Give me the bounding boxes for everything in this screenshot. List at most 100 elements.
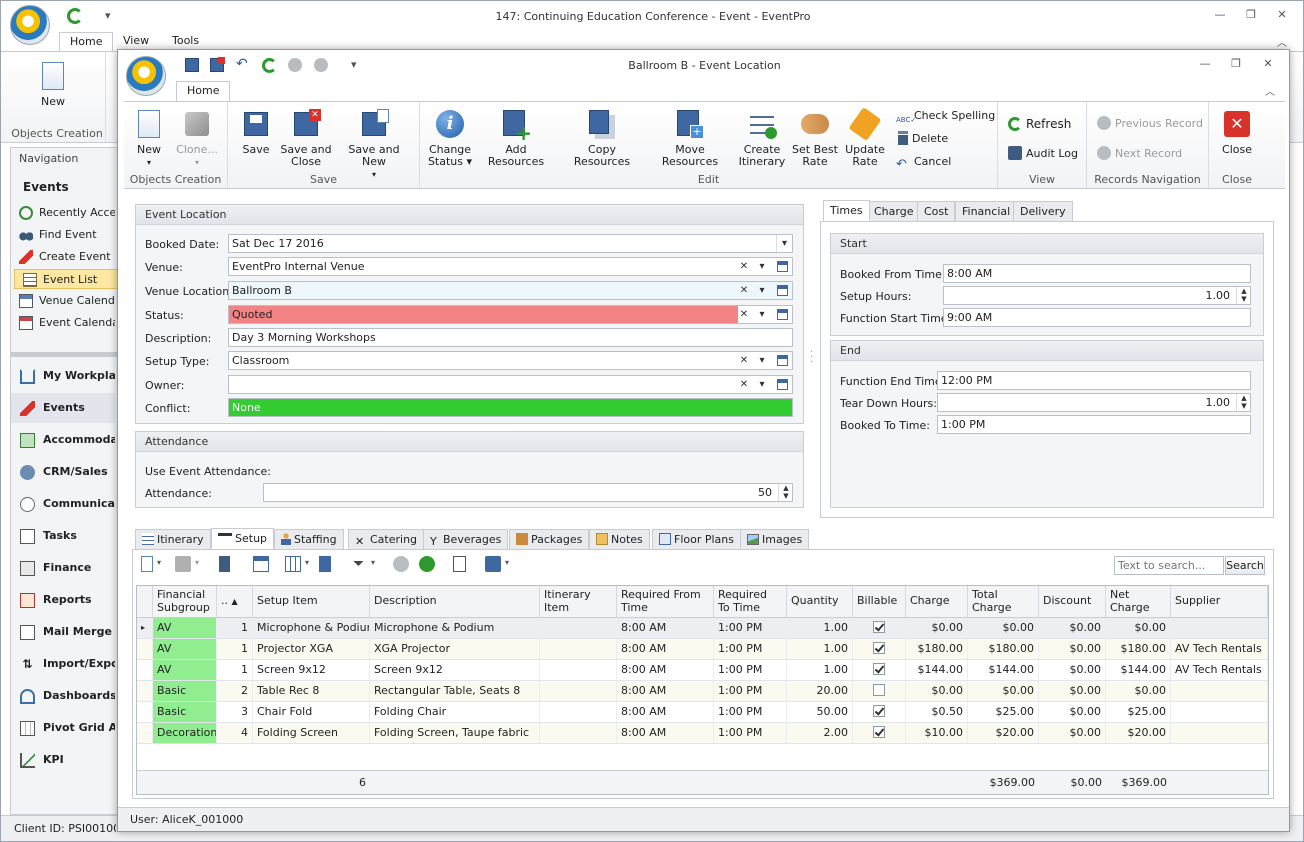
discount-cell[interactable]: $0.00	[1039, 639, 1106, 659]
nav-venue-calendar[interactable]: Venue Calendar	[11, 291, 115, 311]
refresh-button[interactable]: Refresh	[1008, 116, 1071, 134]
nav-create-event[interactable]: Create Event	[11, 247, 115, 267]
attendance-spin-icon[interactable]: ▲ ▼	[779, 484, 792, 501]
supplier-cell[interactable]	[1171, 702, 1268, 722]
supplier-cell[interactable]: AV Tech Rentals	[1171, 639, 1268, 659]
nav-mail-merge[interactable]: Mail Merge	[11, 617, 115, 647]
row-indicator[interactable]	[137, 681, 153, 701]
subgroup-cell[interactable]: Basic	[153, 681, 217, 701]
net-cell[interactable]: $25.00	[1106, 702, 1171, 722]
booked-date-dropdown-icon[interactable]: ▾	[776, 235, 792, 252]
venue-location-dropdown-icon[interactable]: ▾	[754, 282, 770, 299]
to-cell[interactable]: 1:00 PM	[714, 681, 787, 701]
set-best-rate-button[interactable]: Set Best Rate	[790, 108, 840, 168]
filter-icon[interactable]: ⏷	[353, 556, 369, 572]
num-cell[interactable]: 1	[217, 639, 253, 659]
supplier-cell[interactable]	[1171, 681, 1268, 701]
nav-kpi[interactable]: KPI	[11, 745, 115, 775]
nav-reports[interactable]: Reports	[11, 585, 115, 615]
billable-cell[interactable]	[853, 618, 906, 638]
venue-location-lookup-icon[interactable]	[774, 282, 790, 299]
nav-events[interactable]: Events	[11, 393, 115, 423]
collapse-ribbon-icon[interactable]: ︿	[1277, 34, 1287, 49]
table-row[interactable]: ▸ AV 1 Microphone & Podium Microphone & Podi…	[137, 618, 1268, 639]
qty-cell[interactable]: 1.00	[787, 618, 853, 638]
discount-cell[interactable]: $0.00	[1039, 723, 1106, 743]
tab-financial[interactable]: Financial	[955, 201, 1018, 222]
net-cell[interactable]: $0.00	[1106, 618, 1171, 638]
num-cell[interactable]: 2	[217, 681, 253, 701]
setup-type-dropdown-icon[interactable]: ▾	[754, 352, 770, 369]
teardown-hours-spin-icon[interactable]: ▲ ▼	[1237, 394, 1250, 411]
item-cell[interactable]: Projector XGA	[253, 639, 370, 659]
grid-up-icon[interactable]	[393, 556, 409, 572]
subgroup-cell[interactable]: AV	[153, 639, 217, 659]
desc-cell[interactable]: Folding Screen, Taupe fabric	[370, 723, 540, 743]
num-cell[interactable]: 1	[217, 618, 253, 638]
col-supplier[interactable]: Supplier	[1171, 586, 1268, 618]
nav-dashboards[interactable]: Dashboards	[11, 681, 115, 711]
close-icon[interactable]: ✕	[1275, 9, 1289, 21]
row-indicator[interactable]	[137, 723, 153, 743]
from-cell[interactable]: 8:00 AM	[617, 639, 714, 659]
child-tab-home[interactable]: Home	[176, 81, 231, 101]
item-cell[interactable]: Table Rec 8	[253, 681, 370, 701]
booked-from-field[interactable]: 8:00 AM	[943, 264, 1251, 283]
subgroup-cell[interactable]: AV	[153, 660, 217, 680]
col-number[interactable]: .. ▲	[217, 586, 253, 618]
billable-checkbox[interactable]	[873, 642, 885, 654]
billable-cell[interactable]	[853, 639, 906, 659]
minimize-icon[interactable]: —	[1213, 9, 1227, 21]
child-restore-icon[interactable]: ❐	[1229, 58, 1243, 70]
table-row[interactable]: AV 1 Screen 9x12 Screen 9x12 8:00 AM 1:00 PM 1…	[137, 660, 1268, 681]
nav-find-event[interactable]: Find Event	[11, 225, 115, 245]
num-cell[interactable]: 3	[217, 702, 253, 722]
supplier-cell[interactable]	[1171, 618, 1268, 638]
booked-date-field[interactable]: Sat Dec 17 2016 ▾	[228, 234, 793, 253]
function-end-field[interactable]: 12:00 PM	[937, 371, 1251, 390]
net-cell[interactable]: $144.00	[1106, 660, 1171, 680]
nav-import-export[interactable]: ⇅Import/Export	[11, 649, 115, 679]
subgroup-cell[interactable]: Basic	[153, 702, 217, 722]
status-field[interactable]: Quoted ✕ ▾	[228, 305, 793, 324]
charge-cell[interactable]: $0.50	[906, 702, 968, 722]
to-cell[interactable]: 1:00 PM	[714, 639, 787, 659]
grid-down-icon[interactable]	[419, 556, 435, 572]
billable-checkbox[interactable]	[873, 705, 885, 717]
tab-notes[interactable]: Notes	[589, 529, 650, 550]
tab-floor-plans[interactable]: Floor Plans	[652, 529, 741, 550]
total-cell[interactable]: $20.00	[968, 723, 1039, 743]
clone-button[interactable]: Clone... ▾	[172, 108, 222, 169]
nav-pivot-grid[interactable]: Pivot Grid Analysis	[11, 713, 115, 743]
child-minimize-icon[interactable]: —	[1198, 58, 1212, 70]
function-start-field[interactable]: 9:00 AM	[943, 308, 1251, 327]
main-new-button[interactable]: New	[31, 60, 75, 108]
tab-itinerary[interactable]: Itinerary	[135, 529, 211, 550]
table-row[interactable]: Basic 3 Chair Fold Folding Chair 8:00 AM 1:00…	[137, 702, 1268, 723]
status-clear-icon[interactable]: ✕	[736, 306, 752, 323]
next-record-button[interactable]: Next Record	[1097, 146, 1182, 164]
nav-finance[interactable]: Finance	[11, 553, 115, 583]
qty-cell[interactable]: 50.00	[787, 702, 853, 722]
nav-recently-accessed[interactable]: Recently Accessed	[11, 203, 115, 223]
tab-catering[interactable]: ✕ Catering	[348, 529, 425, 550]
row-indicator[interactable]	[137, 702, 153, 722]
audit-log-button[interactable]: Audit Log	[1008, 146, 1078, 164]
nav-event-calendar[interactable]: Event Calendar	[11, 313, 115, 333]
grid-lookup-icon[interactable]	[253, 556, 269, 572]
col-charge[interactable]: Charge	[906, 586, 968, 618]
child-close-icon[interactable]: ✕	[1261, 58, 1275, 70]
discount-cell[interactable]: $0.00	[1039, 702, 1106, 722]
splitter-grip-icon[interactable]: · · ·	[810, 348, 813, 368]
item-cell[interactable]: Folding Screen	[253, 723, 370, 743]
row-indicator[interactable]: ▸	[137, 618, 153, 638]
desc-cell[interactable]: Folding Chair	[370, 702, 540, 722]
billable-checkbox[interactable]	[873, 663, 885, 675]
create-itinerary-button[interactable]: Create Itinerary	[738, 108, 786, 168]
billable-checkbox[interactable]	[873, 621, 885, 633]
from-cell[interactable]: 8:00 AM	[617, 681, 714, 701]
supplier-cell[interactable]	[1171, 723, 1268, 743]
itin-cell[interactable]	[540, 639, 617, 659]
tab-setup[interactable]: Setup	[211, 528, 275, 549]
table-row[interactable]: Decoration 4 Folding Screen Folding Screen,…	[137, 723, 1268, 744]
